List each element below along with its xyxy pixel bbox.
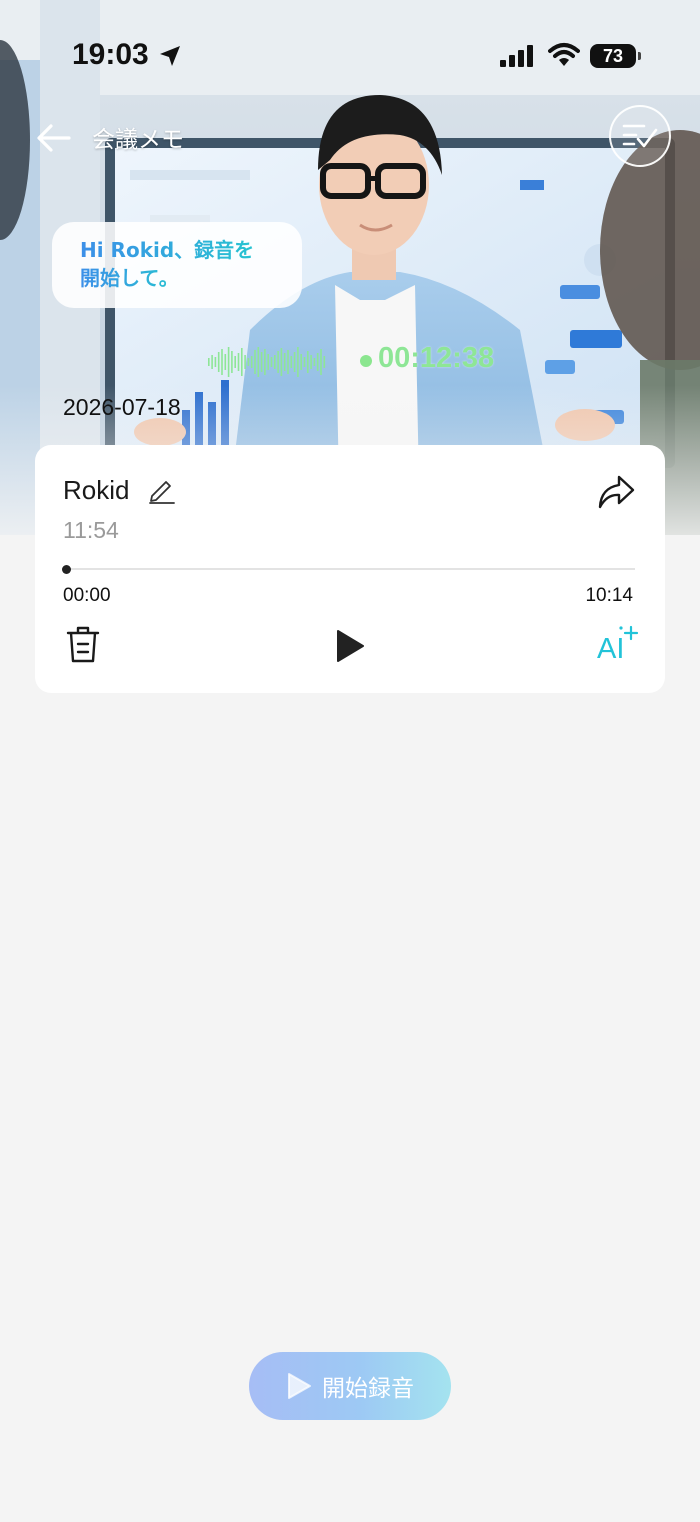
recording-dot	[360, 355, 372, 367]
bubble-line-1: Hi Rokid、録音を	[80, 238, 255, 262]
waveform-bar	[267, 354, 269, 370]
arrow-left-icon	[37, 124, 71, 152]
waveform-bar	[280, 348, 283, 376]
waveform-bar	[290, 356, 293, 368]
recording-created-time: 11:54	[63, 517, 119, 543]
sparkle-icon	[619, 625, 639, 641]
waveform-bar	[241, 348, 243, 376]
waveform-bar	[257, 347, 260, 377]
playback-progress-bar[interactable]	[62, 565, 635, 574]
waveform-bar	[227, 347, 230, 377]
waveform-bar	[247, 358, 250, 366]
waveform-bar	[234, 356, 236, 368]
waveform-bar	[297, 347, 299, 377]
bubble-line-2: 開始して。	[80, 266, 179, 290]
waveform-bar	[320, 349, 322, 375]
waveform-bar	[313, 358, 316, 366]
waveform-bar	[224, 354, 227, 370]
duration-label: 10:14	[585, 585, 633, 606]
waveform-bar	[214, 357, 217, 367]
waveform-bar	[250, 356, 253, 368]
waveform-bar	[260, 352, 263, 372]
select-list-button[interactable]	[609, 105, 671, 167]
ai-summary-button[interactable]: AI	[595, 625, 639, 665]
recording-title: Rokid	[63, 475, 130, 505]
list-check-icon	[622, 124, 658, 148]
location-arrow-icon	[160, 46, 180, 66]
waveform-bar	[231, 351, 233, 373]
play-icon[interactable]	[335, 629, 365, 663]
play-icon	[288, 1373, 311, 1399]
progress-knob[interactable]	[62, 565, 71, 574]
waveform-bar	[274, 355, 276, 369]
waveform-bar	[270, 357, 273, 367]
waveform-bar	[221, 349, 223, 375]
waveform-bar	[307, 351, 309, 373]
recording-date: 2026-07-18	[63, 394, 181, 420]
voice-command-bubble: Hi Rokid、録音を 開始して。	[52, 222, 302, 308]
start-recording-label: 開始録音	[322, 1376, 414, 1402]
page-title: 会議メモ	[92, 127, 184, 153]
back-button[interactable]	[36, 120, 76, 156]
waveform-bar	[300, 354, 302, 370]
share-icon[interactable]	[595, 471, 637, 513]
current-time-label: 00:00	[63, 585, 111, 606]
waveform-bar	[316, 353, 319, 371]
waveform-bar	[283, 353, 286, 371]
waveform-bar	[254, 350, 256, 374]
trash-icon[interactable]	[65, 625, 101, 665]
recording-card[interactable]: Rokid 11:54 00:00 10:14 AI	[35, 445, 665, 693]
edit-pencil-icon[interactable]	[147, 475, 177, 505]
waveform-bar	[287, 350, 289, 374]
start-recording-button[interactable]: 開始録音	[249, 1352, 451, 1420]
waveform-bar	[264, 349, 266, 375]
waveform-bar	[244, 355, 246, 369]
recording-timer: 00:12:38	[378, 342, 495, 374]
waveform-bar	[211, 355, 213, 369]
waveform-bar	[323, 356, 326, 368]
wifi-icon	[548, 43, 580, 66]
waveform-bar	[217, 352, 220, 372]
cellular-signal-icon	[500, 45, 533, 67]
waveform-bar	[293, 352, 296, 372]
waveform-bar	[277, 351, 279, 373]
status-time: 19:03	[72, 38, 149, 71]
audio-waveform	[208, 347, 326, 377]
waveform-bar	[310, 355, 312, 369]
waveform-bar	[208, 358, 210, 366]
battery-indicator: 73	[590, 44, 641, 68]
waveform-bar	[237, 353, 240, 371]
waveform-bar	[303, 357, 306, 367]
